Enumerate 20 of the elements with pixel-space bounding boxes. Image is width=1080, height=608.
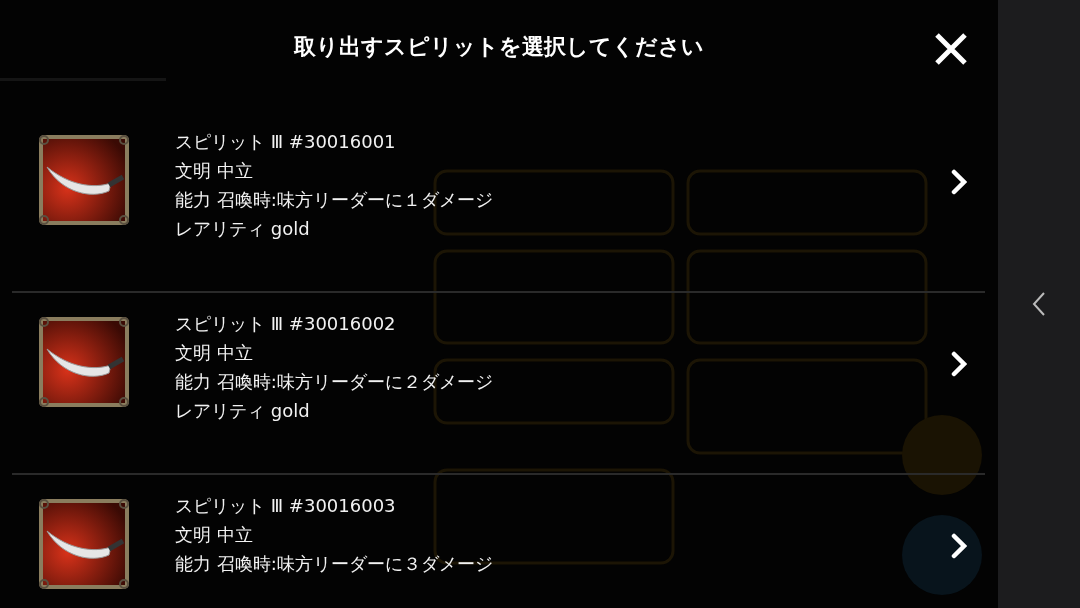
spirit-info-text: 能力 召喚時:味方リーダーに３ダメージ bbox=[175, 552, 493, 576]
chevron-right-icon[interactable] bbox=[951, 533, 967, 559]
spirit-info-text: 文明 中立 bbox=[175, 159, 253, 183]
spirit-info-text: 能力 召喚時:味方リーダーに２ダメージ bbox=[175, 370, 493, 394]
dialog-title: 取り出すスピリットを選択してください bbox=[294, 33, 704, 61]
spirit-info-text: スピリット Ⅲ #30016001 bbox=[175, 130, 396, 154]
close-icon bbox=[934, 32, 968, 66]
spirit-info-text: 文明 中立 bbox=[175, 341, 253, 365]
chevron-right-icon[interactable] bbox=[951, 351, 967, 377]
back-chevron-icon[interactable] bbox=[1032, 291, 1046, 317]
sword-icon bbox=[37, 133, 131, 227]
spirit-info-text: レアリティ gold bbox=[175, 399, 310, 423]
chevron-right-icon[interactable] bbox=[951, 169, 967, 195]
spirit-info-text: スピリット Ⅲ #30016002 bbox=[175, 312, 396, 336]
sword-icon bbox=[37, 315, 131, 409]
spirit-info-text: スピリット Ⅲ #30016003 bbox=[175, 494, 396, 518]
spirit-info-text: 文明 中立 bbox=[175, 523, 253, 547]
spirit-info-text: 能力 召喚時:味方リーダーに１ダメージ bbox=[175, 188, 493, 212]
sword-icon bbox=[37, 497, 131, 591]
spirit-info-text: レアリティ gold bbox=[175, 217, 310, 241]
